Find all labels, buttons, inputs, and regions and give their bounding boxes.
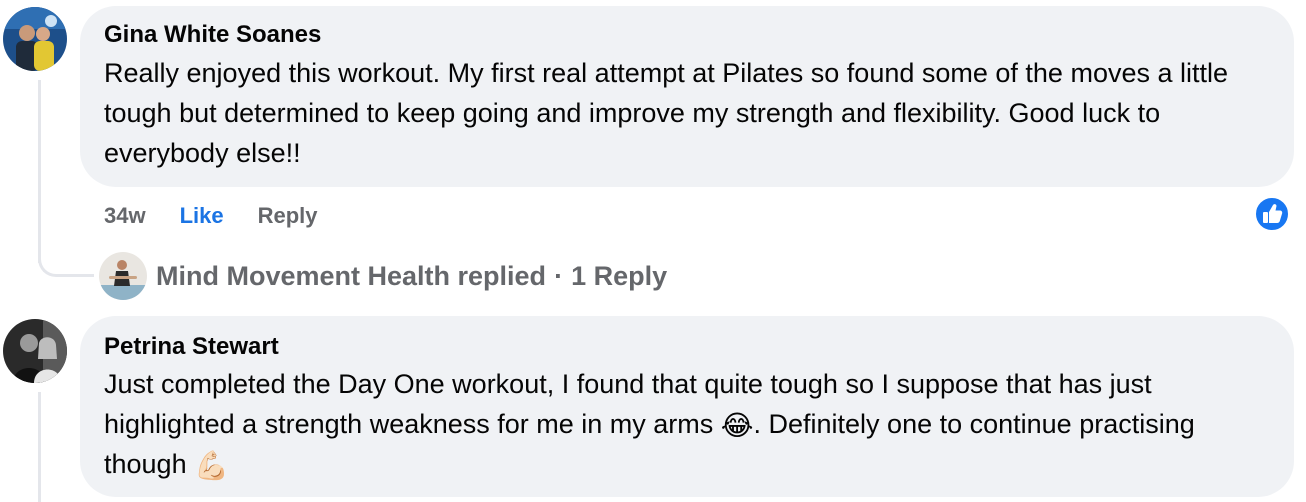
comment-timestamp[interactable]: 34w <box>104 203 146 229</box>
like-icon[interactable] <box>1254 196 1290 232</box>
comment-actions: 34w Like Reply <box>104 201 352 231</box>
comment-text: Just completed the Day One workout, I fo… <box>104 364 1279 484</box>
thread-line <box>38 80 41 263</box>
comment-text: Really enjoyed this workout. My first re… <box>104 58 1229 168</box>
comment-author[interactable]: Gina White Soanes <box>104 21 321 49</box>
replier-avatar <box>99 252 147 300</box>
reply-button[interactable]: Reply <box>258 203 318 229</box>
flexed-biceps-emoji-icon: 💪🏻 <box>194 450 229 481</box>
avatar[interactable] <box>3 7 67 71</box>
separator: · <box>554 260 564 291</box>
reply-count[interactable]: 1 Reply <box>571 261 667 292</box>
like-button[interactable]: Like <box>180 203 224 229</box>
comment-author[interactable]: Petrina Stewart <box>104 333 279 361</box>
avatar[interactable] <box>3 319 67 383</box>
laughing-emoji-icon: 😂 <box>720 410 754 441</box>
view-replies-link[interactable]: Mind Movement Health replied · 1 Reply <box>99 251 667 301</box>
thread-connector <box>38 255 94 277</box>
thread-line <box>38 392 41 502</box>
replier-name[interactable]: Mind Movement Health replied <box>156 261 546 292</box>
